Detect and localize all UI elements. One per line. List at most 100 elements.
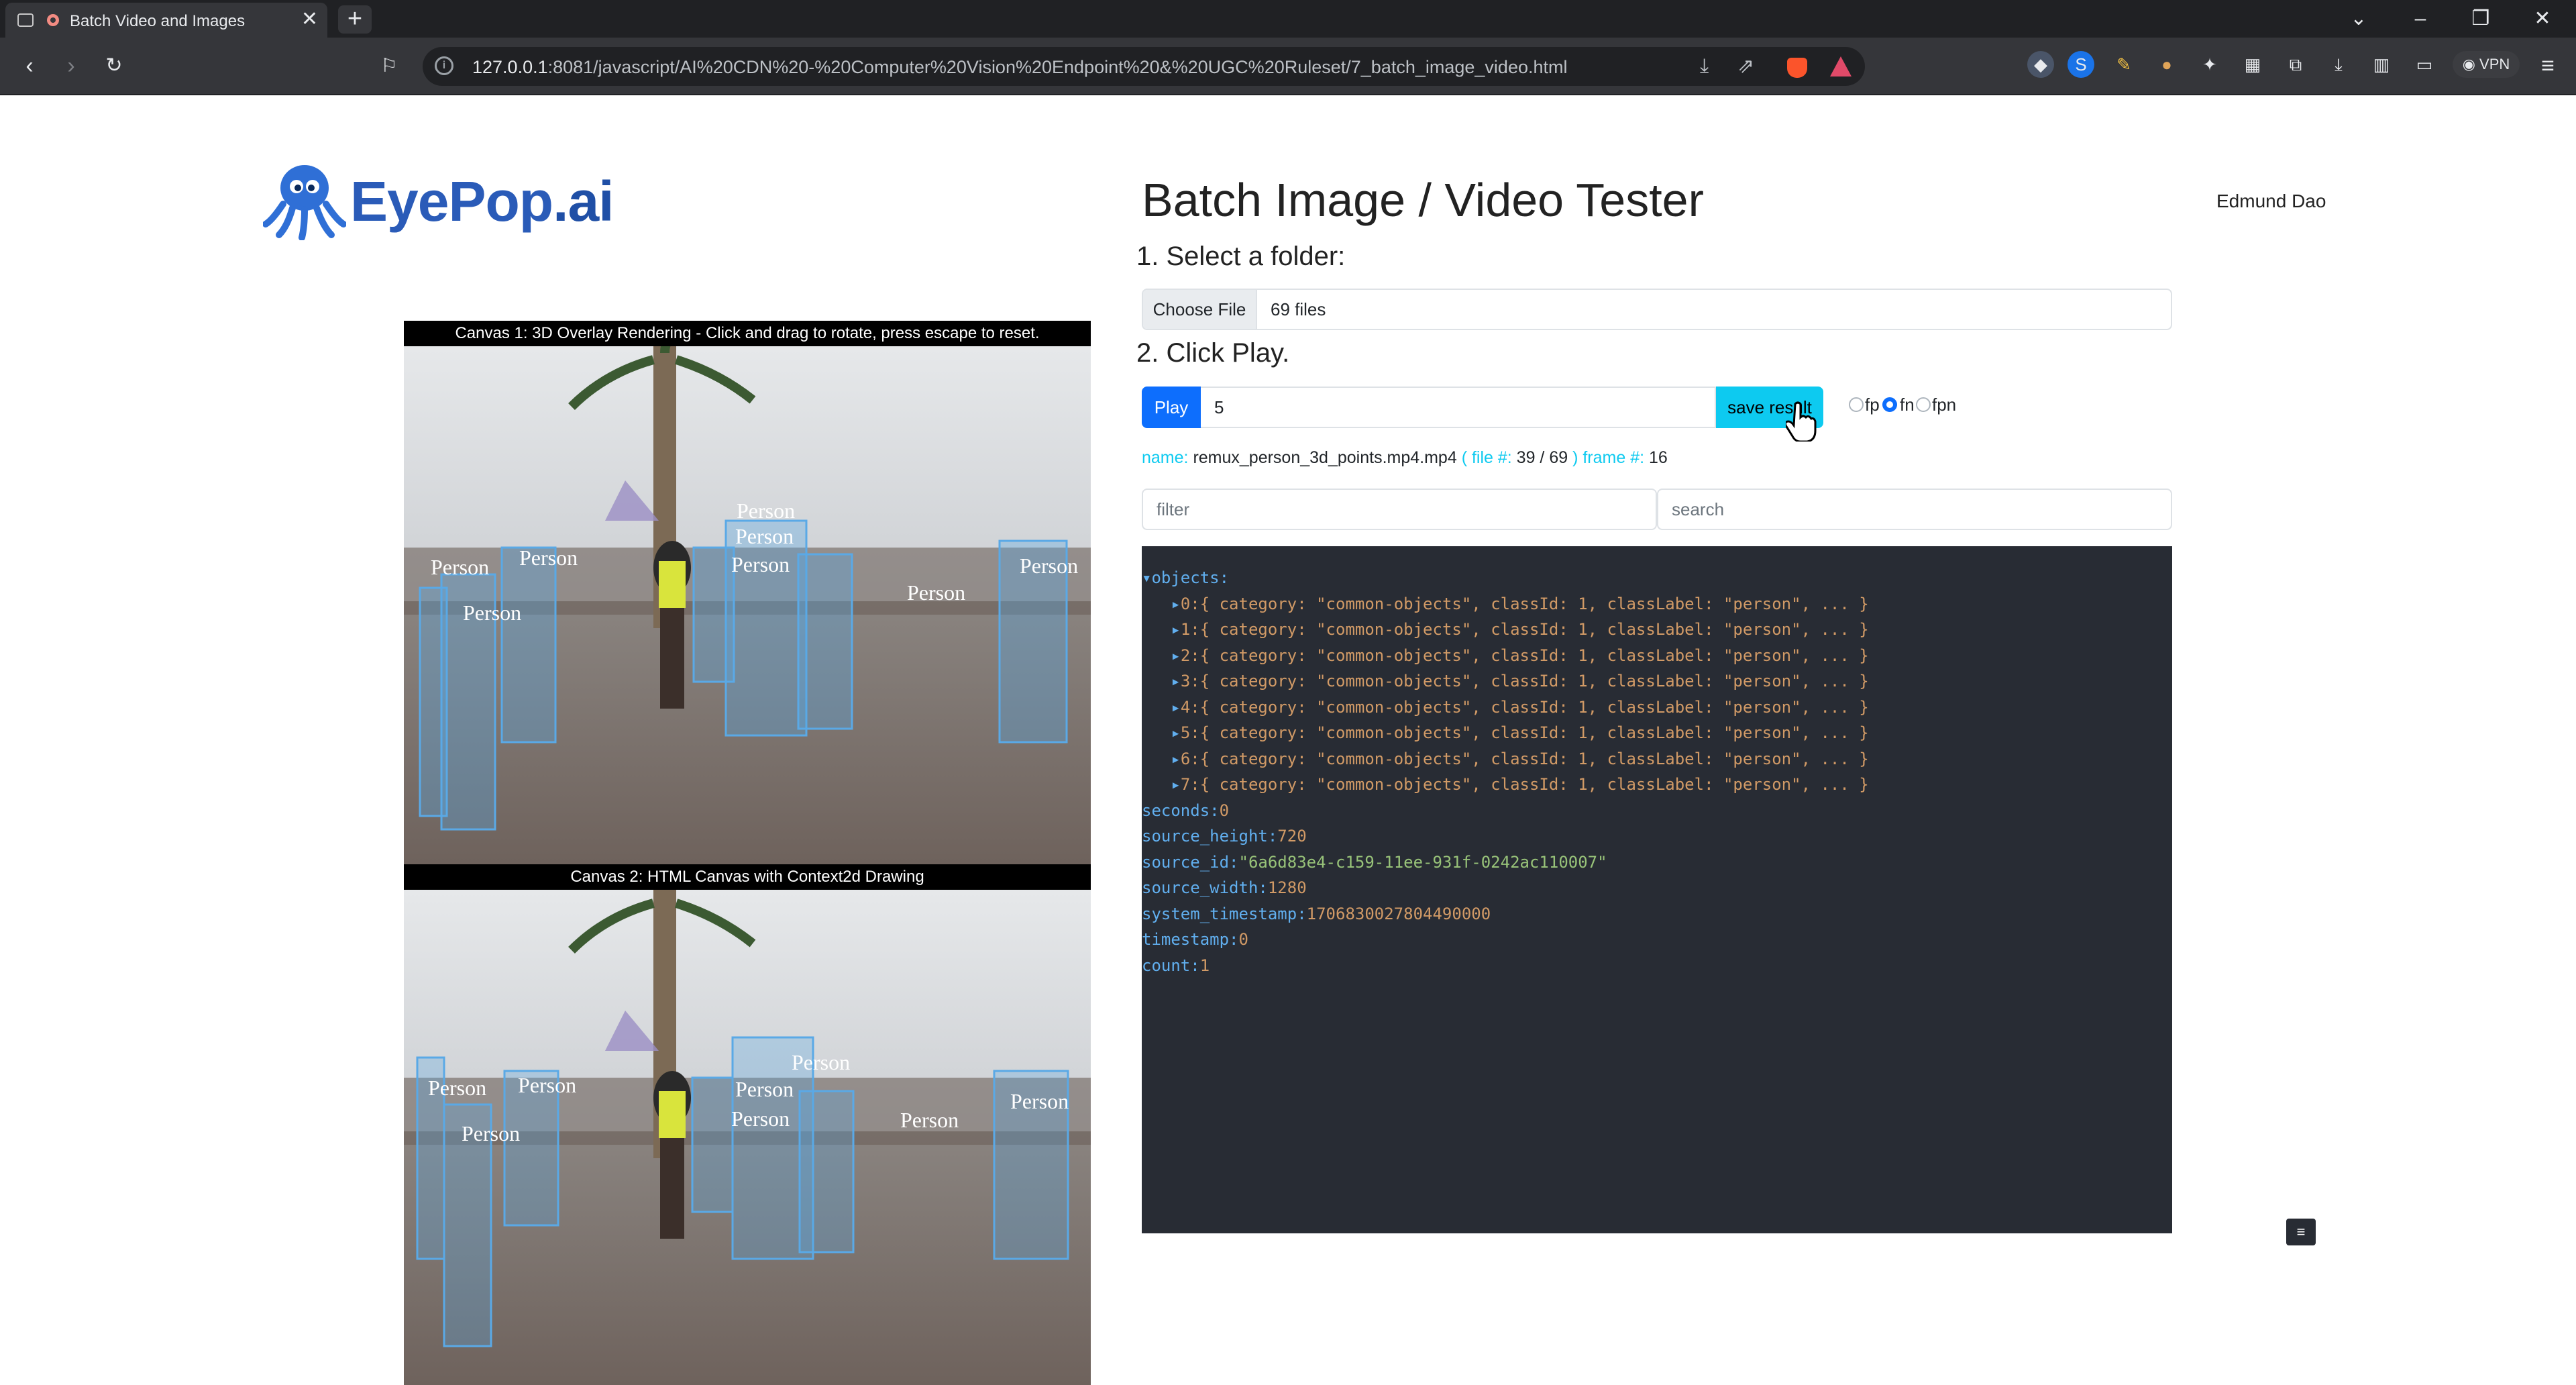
json-object-summary: 2:{ category: "common-objects", classId:… (1180, 646, 1869, 665)
file-name-value: remux_person_3d_points.mp4.mp4 (1193, 448, 1457, 467)
json-root-row[interactable]: ▾objects: (1142, 565, 2172, 591)
step2-heading: 2. Click Play. (1136, 338, 1290, 368)
share-icon[interactable]: ⇗ (1737, 55, 1754, 78)
json-object-row[interactable]: ▸4:{ category: "common-objects", classId… (1142, 695, 2172, 721)
browser-tab[interactable]: Batch Video and Images ✕ (5, 3, 327, 38)
person-label: Person (1010, 1089, 1069, 1113)
choose-file-button[interactable]: Choose File (1143, 290, 1257, 329)
user-name[interactable]: Edmund Dao (2216, 191, 2326, 212)
person-label: Person (428, 1076, 486, 1100)
vpn-label: VPN (2479, 56, 2510, 72)
extension-s-icon[interactable]: S (2068, 51, 2094, 78)
brave-rewards-icon[interactable] (1830, 56, 1851, 76)
radio-fp[interactable] (1849, 397, 1864, 412)
json-field-row: system_timestamp:1706830027804490000 (1142, 901, 2172, 927)
info-icon[interactable]: i (435, 56, 453, 75)
address-bar[interactable]: i 127.0.0.1:8081/javascript/AI%20CDN%20-… (423, 47, 1865, 86)
back-icon[interactable]: ‹ (13, 51, 46, 81)
sidebar-icon[interactable]: ▥ (2368, 51, 2395, 78)
json-field-row: source_id:"6a6d83e4-c159-11ee-931f-0242a… (1142, 850, 2172, 876)
json-key: system_timestamp: (1142, 904, 1307, 923)
canvas-context2d[interactable]: Canvas 2: HTML Canvas with Context2d Dra… (404, 864, 1091, 1385)
frame-step-input[interactable]: 5 (1201, 387, 1716, 428)
toggle-menu-button[interactable]: ≡ (2286, 1219, 2316, 1245)
wallet-icon[interactable]: ▭ (2411, 51, 2438, 78)
forward-icon[interactable]: › (55, 51, 87, 81)
radio-fpn-label: fpn (1932, 395, 1957, 415)
tab-favicon-icon (17, 13, 34, 27)
collapse-arrow-icon[interactable]: ▸ (1171, 698, 1180, 717)
canvas-3d-overlay[interactable]: Canvas 1: 3D Overlay Rendering - Click a… (404, 321, 1091, 864)
downloads-icon[interactable]: ⤓ (2325, 51, 2352, 78)
new-tab-button[interactable]: + (338, 5, 372, 34)
canvas1-scene[interactable]: Person Person Person Person Person Perso… (404, 346, 1091, 864)
json-viewer: ▾objects: ▸0:{ category: "common-objects… (1142, 546, 2172, 1233)
json-field-row: source_width:1280 (1142, 875, 2172, 901)
folder-file-input[interactable]: Choose File 69 files (1142, 289, 2172, 330)
json-object-row[interactable]: ▸0:{ category: "common-objects", classId… (1142, 591, 2172, 617)
json-key: source_height: (1142, 827, 1278, 845)
search-input[interactable]: search (1657, 489, 2172, 530)
collapse-arrow-icon[interactable]: ▸ (1171, 620, 1180, 639)
minimize-button[interactable]: – (2400, 4, 2440, 34)
canvas2-scene[interactable]: Person Person Person Person Person Perso… (404, 890, 1091, 1385)
status-line: name: remux_person_3d_points.mp4.mp4 ( f… (1142, 448, 1668, 468)
name-label: name: (1142, 448, 1189, 467)
filter-input[interactable]: filter (1142, 489, 1657, 530)
url-host: 127.0.0.1 (472, 57, 548, 77)
menu-icon[interactable]: ≡ (2532, 51, 2564, 81)
person-label: Person (519, 546, 578, 570)
window-close-button[interactable]: ✕ (2522, 4, 2563, 34)
json-value: 1 (1199, 956, 1210, 975)
json-key: source_width: (1142, 878, 1268, 897)
json-key: seconds: (1142, 801, 1220, 820)
json-value: 0 (1238, 930, 1248, 949)
json-object-row[interactable]: ▸6:{ category: "common-objects", classId… (1142, 746, 2172, 772)
file-number-label: ( file #: (1461, 448, 1512, 467)
radio-fn[interactable] (1882, 397, 1897, 412)
json-field-row: timestamp:0 (1142, 927, 2172, 953)
tab-search-icon[interactable]: ⌄ (2339, 4, 2379, 34)
radio-fn-label: fn (1900, 395, 1915, 415)
browser-toolbar: ‹ › ↻ ⚐ i 127.0.0.1:8081/javascript/AI%2… (0, 38, 2576, 95)
collapse-arrow-icon[interactable]: ▸ (1171, 646, 1180, 665)
tab-close-icon[interactable]: ✕ (301, 9, 318, 30)
extension-grid-icon[interactable]: ▦ (2239, 51, 2266, 78)
logo-wordmark: EyePop.ai (350, 169, 614, 234)
extension-puzzle-icon[interactable]: ✦ (2196, 51, 2223, 78)
json-object-row[interactable]: ▸7:{ category: "common-objects", classId… (1142, 772, 2172, 798)
download-icon[interactable]: ⤓ (1700, 55, 1709, 78)
person-label: Person (1020, 554, 1078, 578)
json-object-row[interactable]: ▸3:{ category: "common-objects", classId… (1142, 668, 2172, 695)
play-button[interactable]: Play (1142, 387, 1201, 428)
vpn-button[interactable]: ◉ VPN (2453, 51, 2520, 78)
canvas2-caption: Canvas 2: HTML Canvas with Context2d Dra… (404, 864, 1091, 890)
collapse-arrow-icon[interactable]: ▸ (1171, 672, 1180, 690)
bookmark-icon[interactable]: ⚐ (373, 51, 405, 81)
expand-arrow-icon[interactable]: ▾ (1142, 568, 1151, 587)
reload-icon[interactable]: ↻ (98, 51, 130, 81)
radio-fpn[interactable] (1916, 397, 1931, 412)
file-number-value: 39 / 69 (1516, 448, 1568, 467)
json-key: timestamp: (1142, 930, 1239, 949)
json-value: 1706830027804490000 (1306, 904, 1491, 923)
json-object-row[interactable]: ▸5:{ category: "common-objects", classId… (1142, 720, 2172, 746)
json-object-summary: 1:{ category: "common-objects", classId:… (1180, 620, 1869, 639)
extension-pen-icon[interactable]: ✎ (2110, 51, 2137, 78)
collapse-arrow-icon[interactable]: ▸ (1171, 775, 1180, 794)
person-label: Person (735, 1077, 794, 1101)
page-title: Batch Image / Video Tester (1142, 174, 1704, 226)
json-object-row[interactable]: ▸1:{ category: "common-objects", classId… (1142, 617, 2172, 643)
json-object-summary: 3:{ category: "common-objects", classId:… (1180, 672, 1869, 690)
restore-button[interactable]: ❐ (2461, 4, 2501, 34)
collapse-arrow-icon[interactable]: ▸ (1171, 595, 1180, 613)
extensions-icon[interactable]: ⧉ (2282, 51, 2309, 78)
url-text[interactable]: 127.0.0.1:8081/javascript/AI%20CDN%20-%2… (472, 57, 1567, 78)
collapse-arrow-icon[interactable]: ▸ (1171, 723, 1180, 742)
cookie-icon[interactable]: ● (2153, 51, 2180, 78)
json-object-row[interactable]: ▸2:{ category: "common-objects", classId… (1142, 643, 2172, 669)
person-label: Person (462, 1121, 520, 1145)
collapse-arrow-icon[interactable]: ▸ (1171, 750, 1180, 768)
extension-icon[interactable]: ◆ (2027, 51, 2054, 78)
brave-shield-icon[interactable] (1787, 58, 1807, 78)
